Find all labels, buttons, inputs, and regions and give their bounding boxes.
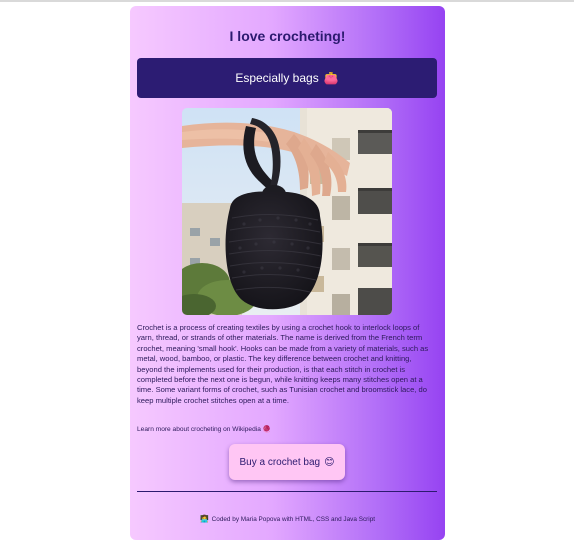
- crochet-bag-photo: [182, 108, 392, 315]
- browser-top-border: [0, 0, 574, 2]
- wikipedia-link[interactable]: Learn more about crocheting on Wikipedia: [137, 426, 261, 433]
- crochet-description: Crochet is a process of creating textile…: [137, 323, 429, 405]
- main-card: I love crocheting! Especially bags 👛 Cro…: [130, 6, 445, 540]
- buy-crochet-bag-button[interactable]: Buy a crochet bag 😊: [229, 444, 345, 480]
- buy-button-label: Buy a crochet bag: [239, 456, 321, 468]
- footer-credit: Coded by Maria Popova with HTML, CSS and…: [211, 516, 376, 523]
- purse-icon: 👛: [323, 71, 339, 85]
- smiley-icon: 😊: [324, 456, 335, 468]
- footer: 👩‍💻 Coded by Maria Popova with HTML, CSS …: [130, 515, 445, 523]
- banner: Especially bags 👛: [137, 58, 437, 98]
- learn-more-line: Learn more about crocheting on Wikipedia…: [137, 425, 437, 433]
- coder-icon: 👩‍💻: [199, 516, 209, 523]
- photo-drawing: [182, 108, 392, 315]
- page-title: I love crocheting!: [229, 28, 346, 44]
- footer-divider: [137, 491, 437, 492]
- yarn-icon: 🧶: [262, 426, 271, 433]
- banner-text: Especially bags: [235, 71, 319, 85]
